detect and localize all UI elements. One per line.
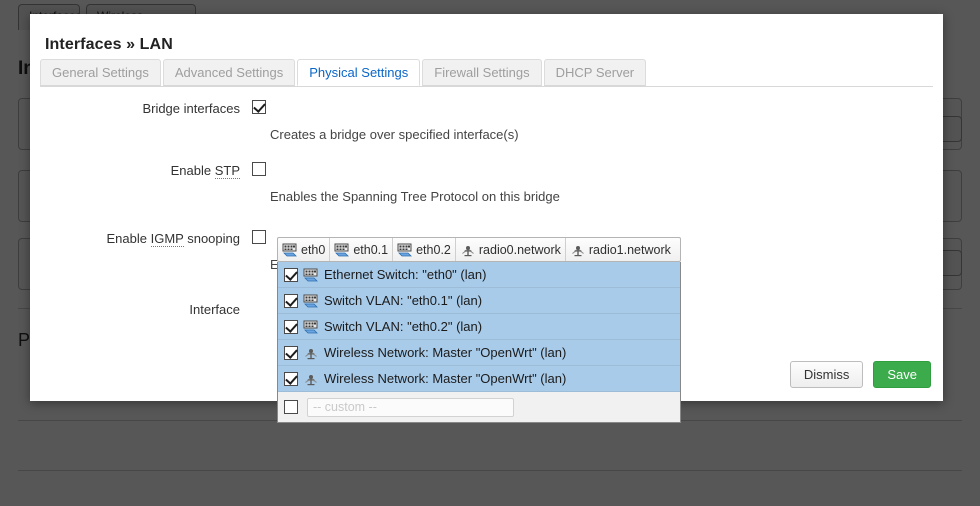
tab-physical-settings[interactable]: Physical Settings [297, 59, 421, 86]
dropdown-option-label: Switch VLAN: "eth0.2" (lan) [324, 319, 483, 334]
label-igmp-prefix: Enable [106, 231, 151, 246]
hint-enable-stp: Enables the Spanning Tree Protocol on th… [270, 189, 560, 204]
modal-title: Interfaces » LAN [45, 36, 173, 53]
abbr-igmp: IGMP [150, 231, 184, 247]
field-bridge-interfaces: Bridge interfaces Creates a bridge over … [30, 96, 943, 158]
interface-chip[interactable]: radio0.network [456, 238, 566, 261]
field-enable-stp: Enable STP Enables the Spanning Tree Pro… [30, 158, 943, 226]
dropdown-option[interactable]: Switch VLAN: "eth0.1" (lan) [278, 288, 680, 314]
dropdown-option[interactable]: Ethernet Switch: "eth0" (lan) [278, 262, 680, 288]
option-checkbox[interactable] [284, 267, 298, 282]
save-button[interactable]: Save [873, 361, 931, 388]
dropdown-option-label: Ethernet Switch: "eth0" (lan) [324, 267, 487, 282]
label-enable-igmp-snooping: Enable IGMP snooping [30, 229, 240, 249]
modal-footer: Dismiss Save [789, 361, 931, 388]
label-igmp-suffix: snooping [183, 231, 240, 246]
wireless-icon [570, 243, 586, 257]
option-checkbox[interactable] [284, 293, 298, 308]
wireless-icon [460, 243, 476, 257]
ethernet-icon [397, 243, 413, 257]
option-checkbox[interactable] [284, 345, 298, 360]
checkbox-bridge-interfaces[interactable] [252, 99, 266, 114]
interface-chip[interactable]: eth0 [278, 238, 331, 261]
custom-option-checkbox[interactable] [284, 400, 298, 414]
checkbox-enable-stp[interactable] [252, 161, 266, 176]
interface-chip-label: radio0.network [478, 242, 561, 257]
interface-chip[interactable]: eth0.1 [330, 238, 394, 261]
option-checkbox[interactable] [284, 371, 298, 386]
interface-multiselect: eth0 eth0.1 eth0.2 radio0.network radio1… [277, 237, 681, 423]
interface-multiselect-trigger[interactable]: eth0 eth0.1 eth0.2 radio0.network radio1… [277, 237, 681, 262]
dropdown-option-custom[interactable] [278, 392, 680, 422]
dropdown-option[interactable]: Wireless Network: Master "OpenWrt" (lan) [278, 340, 680, 366]
hint-bridge-interfaces: Creates a bridge over specified interfac… [270, 127, 519, 142]
label-enable-stp: Enable STP [30, 161, 240, 181]
dropdown-option[interactable]: Switch VLAN: "eth0.2" (lan) [278, 314, 680, 340]
interface-chip-label: eth0.1 [353, 242, 389, 257]
dismiss-button[interactable]: Dismiss [789, 361, 864, 388]
label-bridge-interfaces: Bridge interfaces [142, 101, 240, 116]
interface-chip-label: eth0 [301, 242, 326, 257]
custom-interface-input[interactable] [307, 397, 514, 417]
tab-firewall-settings[interactable]: Firewall Settings [422, 59, 542, 86]
checkbox-enable-stp-wrap [252, 160, 266, 176]
tab-dhcp-server[interactable]: DHCP Server [543, 59, 647, 86]
dropdown-option[interactable]: Wireless Network: Master "OpenWrt" (lan) [278, 366, 680, 392]
ethernet-icon [303, 268, 319, 282]
interface-dropdown-list[interactable]: Ethernet Switch: "eth0" (lan) Switch VLA… [277, 262, 681, 423]
dropdown-option-label: Wireless Network: Master "OpenWrt" (lan) [324, 371, 567, 386]
ethernet-icon [303, 320, 319, 334]
tab-advanced-settings[interactable]: Advanced Settings [162, 59, 296, 86]
ethernet-icon [334, 243, 350, 257]
interface-configuration-modal: Interfaces » LAN General Settings Advanc… [30, 14, 943, 423]
interface-chip[interactable]: eth0.2 [393, 238, 456, 261]
dropdown-option-label: Switch VLAN: "eth0.1" (lan) [324, 293, 483, 308]
interface-chip-label: eth0.2 [416, 242, 451, 257]
ethernet-icon [282, 243, 298, 257]
label-interface: Interface [189, 302, 240, 317]
wireless-icon [303, 346, 319, 360]
interface-chip-label: radio1.network [588, 242, 671, 257]
dropdown-option-label: Wireless Network: Master "OpenWrt" (lan) [324, 345, 567, 360]
interface-chip[interactable]: radio1.network [566, 238, 675, 261]
chevron-down-icon[interactable]: ▼ [675, 245, 680, 254]
checkbox-enable-igmp-snooping-wrap [252, 228, 266, 244]
wireless-icon [303, 372, 319, 386]
modal-tab-bar: General Settings Advanced Settings Physi… [40, 58, 933, 87]
abbr-stp: STP [214, 163, 240, 179]
tab-general-settings[interactable]: General Settings [40, 59, 161, 86]
label-enable-stp-prefix: Enable [170, 163, 215, 178]
ethernet-icon [303, 294, 319, 308]
checkbox-enable-igmp-snooping[interactable] [252, 229, 266, 244]
checkbox-bridge-interfaces-wrap [252, 98, 266, 114]
option-checkbox[interactable] [284, 319, 298, 334]
